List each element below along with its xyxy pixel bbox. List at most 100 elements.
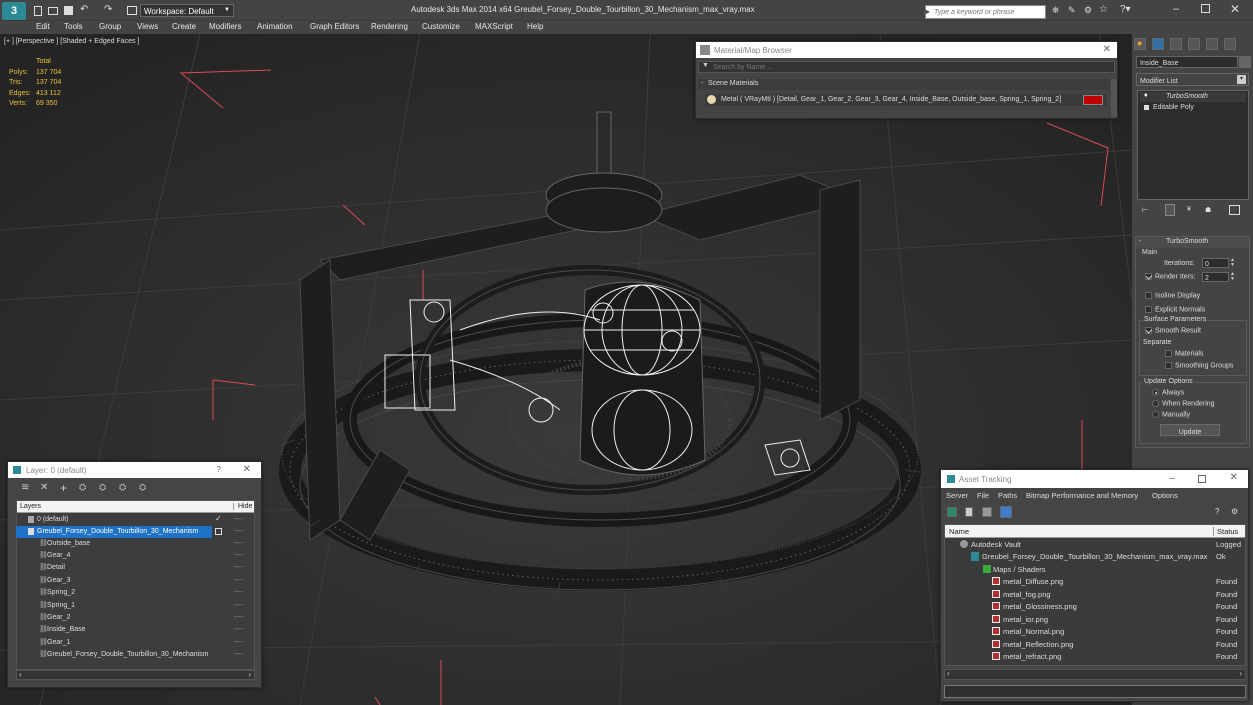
material-search-input[interactable] [713,63,1103,72]
modifier-list-dropdown[interactable]: Modifier List ▾ [1136,73,1249,86]
create-tab-icon[interactable]: ● [1134,38,1146,50]
hide-toggle[interactable]: ---- [234,552,243,559]
explicit-normals-checkbox[interactable] [1145,306,1152,313]
hide-toggle[interactable]: ---- [234,639,243,646]
help-icon[interactable]: ? [217,465,221,474]
always-radio[interactable] [1152,389,1159,396]
rollout-header[interactable]: - TurboSmooth [1136,237,1249,248]
asset-row-file[interactable]: metal_refract.png Found [944,651,1244,663]
menu-tools[interactable]: Tools [64,22,83,31]
when-rendering-radio[interactable] [1152,400,1159,407]
material-scrollbar[interactable] [1111,79,1117,117]
layer-object-row[interactable]: ⛓ Greubel_Forsey_Double_Tourbillon_30_Me… [16,649,253,661]
app-logo-icon[interactable]: 3 [2,2,26,20]
create-layer-icon[interactable]: ≋ [21,482,29,493]
asset-row-file[interactable]: metal_fog.png Found [944,589,1244,601]
hide-all-icon[interactable]: ⛭ [119,482,126,493]
hierarchy-tab-icon[interactable] [1170,38,1182,50]
asset-row-maps[interactable]: Maps / Shaders [944,564,1244,576]
favorites-star-icon[interactable]: ☆ [1099,4,1108,15]
asset-menu-server[interactable]: Server [946,491,968,500]
hide-toggle[interactable]: ---- [234,602,243,609]
save-file-icon[interactable] [64,6,73,15]
spinner-arrows-icon[interactable]: ▲ ▼ [1230,272,1235,282]
layer-object-row[interactable]: ⛓ Outside_base ---- [16,538,253,550]
menu-group[interactable]: Group [99,22,121,31]
motion-tab-icon[interactable] [1188,38,1200,50]
asset-row-max-file[interactable]: Greubel_Forsey_Double_Tourbillon_30_Mech… [944,551,1244,563]
asset-row-file[interactable]: metal_ior.png Found [944,614,1244,626]
modify-tab-icon[interactable] [1152,38,1164,50]
highlight-layer-icon[interactable]: ⛭ [99,482,106,493]
scene-materials-header[interactable]: - Scene Materials [698,79,1110,90]
layer-row-default[interactable]: 0 (default) ✓ ---- [16,514,253,526]
hide-toggle[interactable]: ---- [234,528,243,535]
undo-icon[interactable]: ↶ [80,4,88,15]
viewport-label[interactable]: [+ ] [Perspective ] [Shaded + Edged Face… [4,38,139,45]
refresh-icon[interactable] [947,507,957,517]
menu-arrow-icon[interactable]: ▼ [702,62,709,69]
new-file-icon[interactable] [34,6,42,16]
layer-object-row[interactable]: ⛓ Inside_Base ---- [16,624,253,636]
manually-radio[interactable] [1152,411,1159,418]
menu-customize[interactable]: Customize [422,22,460,31]
materials-checkbox[interactable] [1165,350,1172,357]
layer-row-mechanism-selected[interactable]: Greubel_Forsey_Double_Tourbillon_30_Mech… [16,526,212,538]
smooth-result-checkbox[interactable] [1145,327,1152,334]
close-icon[interactable]: ✕ [1230,472,1238,483]
help-icon[interactable]: ? [1215,507,1219,516]
menu-modifiers[interactable]: Modifiers [209,22,241,31]
communication-icon[interactable]: ✎ [1068,5,1076,16]
scroll-left-icon[interactable]: ‹ [947,669,950,678]
col-hide-label[interactable]: Hide [233,503,252,510]
hide-toggle[interactable]: ---- [234,564,243,571]
close-icon[interactable]: ✕ [243,464,251,475]
display-tab-icon[interactable] [1206,38,1218,50]
asset-row-file[interactable]: metal_Reflection.png Found [944,639,1244,651]
iterations-spinner[interactable]: 0 ▲ ▼ [1202,258,1235,268]
asset-row-file[interactable]: metal_Diffuse.png Found [944,576,1244,588]
asset-row-file[interactable]: metal_Glossiness.png Found [944,601,1244,613]
add-to-layer-icon[interactable]: + [60,481,67,495]
remove-modifier-icon[interactable]: ☗ [1205,206,1211,214]
material-browser-titlebar[interactable]: Material/Map Browser ✕ [696,42,1117,58]
menu-animation[interactable]: Animation [257,22,293,31]
project-folder-icon[interactable] [127,6,137,15]
open-file-icon[interactable] [48,7,58,15]
light-bulb-icon[interactable]: ♦ [1144,92,1148,99]
search-input[interactable] [934,7,1042,17]
layer-object-row[interactable]: ⛓ Spring_1 ---- [16,600,253,612]
search-box[interactable]: ▶ [924,5,1046,19]
configure-sets-icon[interactable] [1229,205,1240,215]
menu-graph-editors[interactable]: Graph Editors [310,22,359,31]
show-end-result-icon[interactable] [1165,204,1175,216]
hide-toggle[interactable]: ---- [234,540,243,547]
render-iters-spinner[interactable]: 2 ▲ ▼ [1202,272,1235,282]
detail-view-icon[interactable] [982,507,992,517]
object-color-swatch[interactable] [1239,56,1251,68]
maximize-icon[interactable] [1198,475,1206,483]
pin-stack-icon[interactable]: ⊢ [1142,206,1148,214]
asset-hscrollbar[interactable]: ‹ › [944,669,1246,680]
col-name-label[interactable]: Name [949,527,969,536]
freeze-all-icon[interactable]: ⛭ [139,482,146,493]
redo-icon[interactable]: ↷ [104,4,112,15]
layer-object-row[interactable]: ⛓ Gear_4 ---- [16,550,253,562]
help-icon[interactable]: ?▾ [1120,4,1131,15]
close-icon[interactable]: ✕ [1230,2,1240,16]
utilities-tab-icon[interactable] [1224,38,1236,50]
isoline-checkbox[interactable] [1145,292,1152,299]
render-iters-checkbox[interactable] [1145,273,1152,280]
menu-create[interactable]: Create [172,22,196,31]
workspace-dropdown[interactable]: Workspace: Default ▼ [140,4,234,17]
update-button[interactable]: Update [1160,424,1220,436]
menu-help[interactable]: Help [527,22,543,31]
hide-toggle[interactable]: ---- [234,589,243,596]
menu-rendering[interactable]: Rendering [371,22,408,31]
hide-toggle[interactable]: ---- [234,651,243,658]
maximize-icon[interactable] [1201,4,1210,13]
layer-object-row[interactable]: ⛓ Gear_1 ---- [16,637,253,649]
material-row[interactable]: Metal ( VRayMtl ) [Detail, Gear_1, Gear_… [705,94,1107,106]
scroll-right-icon[interactable]: › [1239,669,1242,678]
modifier-stack[interactable]: ♦ TurboSmooth Editable Poly [1137,90,1249,200]
